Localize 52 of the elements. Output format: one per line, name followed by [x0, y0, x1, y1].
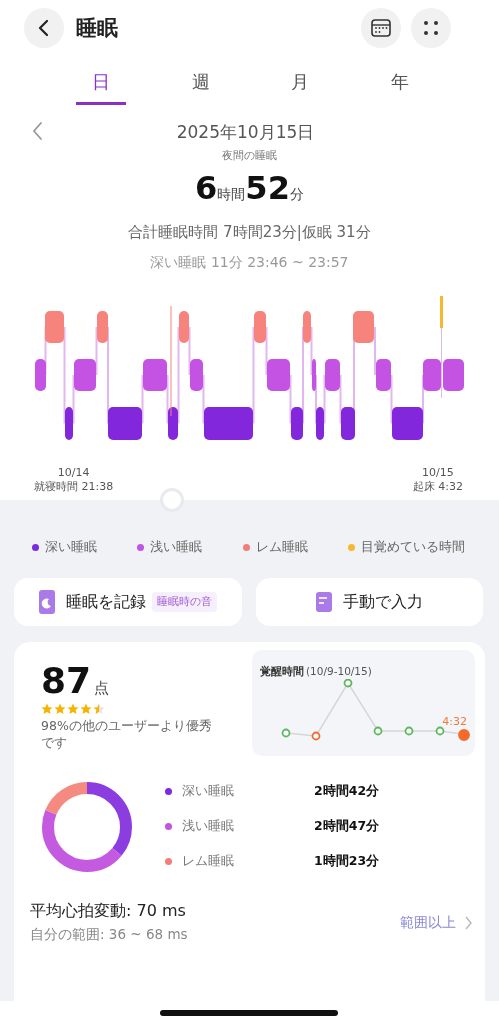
wake-chart-title: 覚醒時間: [260, 665, 304, 677]
more-button[interactable]: [411, 8, 451, 48]
score-value: 87: [41, 660, 92, 701]
date-label: 2025年10月15日: [175, 121, 316, 144]
stage-duration: 2時間42分: [314, 783, 380, 800]
star-icon: [54, 703, 66, 715]
wake-chart-range: (10/9-10/15): [306, 665, 372, 677]
legend-label: 浅い睡眠: [150, 539, 203, 556]
page-title: 睡眠: [76, 15, 118, 42]
sleep-hours: 6: [195, 169, 218, 207]
stage-label: 深い睡眠: [182, 783, 235, 800]
star-icon: [93, 703, 105, 715]
start-date: 10/14: [56, 466, 91, 479]
calendar-button[interactable]: [361, 8, 401, 48]
note-pencil-icon: [315, 589, 334, 615]
back-button[interactable]: [24, 8, 64, 48]
sound-tag: 睡眠時の音: [152, 592, 218, 612]
legend-label: 目覚めている時間: [361, 539, 465, 556]
stage-label: 浅い睡眠: [182, 818, 235, 835]
wake-label: 起床 4:32: [412, 479, 463, 494]
stage-duration: 2時間47分: [314, 818, 380, 835]
period-tab[interactable]: 年: [374, 66, 425, 105]
end-date: 10/15: [421, 466, 455, 479]
star-icon: [41, 703, 53, 715]
phone-moon-icon: [38, 589, 57, 615]
stage-label: レム睡眠: [182, 853, 235, 870]
stage-duration: 1時間23分: [314, 853, 380, 870]
manual-entry-button[interactable]: 手動で入力: [255, 578, 483, 626]
selected-segment-text: 深い睡眠 11分 23:46 ~ 23:57: [149, 254, 350, 272]
hrv-range: 自分の範囲: 36 ~ 68 ms: [30, 926, 188, 944]
summary-caption: 夜間の睡眠: [221, 148, 278, 163]
calendar-icon: [370, 17, 392, 39]
back-icon: [37, 19, 51, 37]
star-icon: [67, 703, 79, 715]
star-icon: [80, 703, 92, 715]
comparison-text: 98%の他のユーザーより優秀です: [41, 718, 213, 752]
record-sleep-button[interactable]: 睡眠を記録 睡眠時の音: [14, 578, 242, 626]
legend-label: レム睡眠: [255, 539, 308, 556]
legend-label: 深い睡眠: [45, 539, 97, 556]
hours-unit: 時間: [217, 186, 246, 202]
chevron-right-icon: [464, 914, 473, 931]
period-tab[interactable]: 日: [76, 66, 126, 105]
period-tab[interactable]: 週: [175, 66, 226, 105]
bedtime-label: 就寝時間 21:38: [34, 479, 114, 494]
more-icon: [421, 18, 441, 38]
hrv-average: 平均心拍変動: 70 ms: [30, 901, 187, 922]
sleep-minutes: 52: [245, 169, 290, 207]
minutes-unit: 分: [289, 186, 304, 202]
period-tab[interactable]: 月: [275, 66, 326, 105]
total-sleep-text: 合計睡眠時間 7時間23分|仮眠 31分: [127, 223, 372, 242]
last-wake-time: 4:32: [442, 715, 467, 728]
score-unit: 点: [94, 679, 110, 697]
